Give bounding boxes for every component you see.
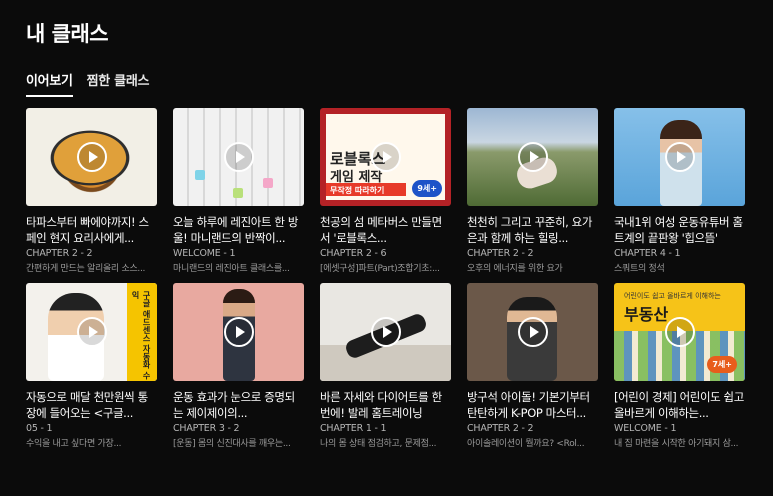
play-icon[interactable] — [76, 317, 107, 347]
class-thumbnail[interactable] — [26, 108, 157, 206]
chapter-label: WELCOME - 1 — [614, 423, 677, 434]
poster-banner-text: 무작정 따라하기 — [330, 186, 385, 195]
play-icon[interactable] — [76, 142, 107, 172]
class-thumbnail[interactable] — [614, 108, 745, 206]
class-card[interactable]: 운동 효과가 눈으로 증명되는 제이제이의... CHAPTER 3 - 2 [… — [173, 283, 304, 450]
class-title[interactable]: 오늘 하루에 레진아트 한 방울! 마니랜드의 반짝이... — [173, 214, 304, 246]
poster-side-banner: 구글 애드센스 자동화 수익 — [127, 283, 157, 381]
chapter-label: CHAPTER 2 - 2 — [26, 248, 93, 259]
poster-title: 부동산 — [624, 305, 669, 324]
class-thumbnail[interactable]: 로블록스 게임 제작 무작정 따라하기 9세+ — [320, 108, 451, 206]
class-card[interactable]: 어린이도 쉽고 올바르게 이해하는 부동산 7세+ [어린이 경제] 어린이도 … — [614, 283, 745, 450]
chapter-label: CHAPTER 2 - 2 — [467, 423, 534, 434]
age-badge: 9세+ — [412, 180, 442, 197]
class-thumbnail[interactable] — [467, 108, 598, 206]
class-title[interactable]: 국내1위 여성 운동유튜버 홈트계의 끝판왕 '힙으뜸' — [614, 214, 745, 246]
class-card[interactable]: 방구석 아이돌! 기본기부터 탄탄하게 K-POP 마스터... CHAPTER… — [467, 283, 598, 450]
lesson-description: [운동] 몸의 신진대사를 깨우는... — [173, 439, 291, 449]
class-title[interactable]: [어린이 경제] 어린이도 쉽고 올바르게 이해하는... — [614, 389, 745, 421]
chapter-label: CHAPTER 4 - 1 — [614, 248, 681, 259]
resin-gem-image — [263, 178, 273, 188]
lesson-description: 내 집 마련을 시작한 아기돼지 삼... — [614, 439, 739, 449]
lesson-description: 아이솔레이션이 뭘까요? <Rol... — [467, 439, 585, 449]
class-thumbnail[interactable]: 구글 애드센스 자동화 수익 — [26, 283, 157, 381]
tab-wishlist[interactable]: 찜한 클래스 — [87, 70, 150, 97]
play-icon[interactable] — [517, 317, 548, 347]
resin-gem-image — [233, 188, 243, 198]
chapter-label: CHAPTER 2 - 6 — [320, 248, 387, 259]
chapter-label: CHAPTER 1 - 1 — [320, 423, 387, 434]
chapter-label: 05 - 1 — [26, 423, 53, 434]
play-icon[interactable] — [223, 142, 254, 172]
class-card[interactable]: 타파스부터 빠에야까지! 스페인 현지 요리사에게... CHAPTER 2 -… — [26, 108, 157, 275]
play-icon[interactable] — [664, 142, 695, 172]
play-icon[interactable] — [517, 142, 548, 172]
class-card[interactable]: 천천히 그리고 꾸준히, 요가은과 함께 하는 힐링... CHAPTER 2 … — [467, 108, 598, 275]
lesson-description: 스쿼트의 정석 — [614, 264, 665, 274]
play-icon[interactable] — [370, 317, 401, 347]
poster-banner: 무작정 따라하기 — [326, 183, 406, 196]
class-card[interactable]: 로블록스 게임 제작 무작정 따라하기 9세+ 천공의 섬 메타버스 만들면서 … — [320, 108, 451, 275]
class-title[interactable]: 바른 자세와 다이어트를 한번에! 발레 홈트레이닝 — [320, 389, 451, 421]
lesson-description: 간편하게 만드는 알리올리 소스... — [26, 264, 146, 274]
class-card[interactable]: 구글 애드센스 자동화 수익 자동으로 매달 천만원씩 통장에 들어오는 <구글… — [26, 283, 157, 450]
lesson-description: 수익을 내고 싶다면 가장... — [26, 439, 122, 449]
lesson-description: 마니랜드의 레진아트 클래스를... — [173, 264, 290, 274]
resin-gem-image — [195, 170, 205, 180]
play-icon[interactable] — [223, 317, 254, 347]
class-card[interactable]: 오늘 하루에 레진아트 한 방울! 마니랜드의 반짝이... WELCOME -… — [173, 108, 304, 275]
class-card[interactable]: 바른 자세와 다이어트를 한번에! 발레 홈트레이닝 CHAPTER 1 - 1… — [320, 283, 451, 450]
class-title[interactable]: 타파스부터 빠에야까지! 스페인 현지 요리사에게... — [26, 214, 157, 246]
play-icon[interactable] — [664, 317, 695, 347]
studio-floor — [320, 345, 451, 381]
age-badge: 7세+ — [707, 356, 737, 373]
lesson-description: 오후의 에너지를 위한 요가 — [467, 264, 563, 274]
chapter-label: CHAPTER 3 - 2 — [173, 423, 240, 434]
lesson-description: [에셋구성]파트(Part)조합기초:... — [320, 264, 440, 274]
class-thumbnail[interactable] — [467, 283, 598, 381]
class-tabs: 이어보기 찜한 클래스 — [26, 70, 149, 97]
poster-side-text: 구글 애드센스 자동화 수익 — [131, 291, 151, 380]
class-grid: 타파스부터 빠에야까지! 스페인 현지 요리사에게... CHAPTER 2 -… — [26, 108, 745, 450]
chapter-label: WELCOME - 1 — [173, 248, 236, 259]
class-thumbnail[interactable] — [320, 283, 451, 381]
class-title[interactable]: 천공의 섬 메타버스 만들면서 '로블록스... — [320, 214, 451, 246]
lesson-description: 나의 몸 상태 점검하고, 문제점... — [320, 439, 437, 449]
my-classes-page: 내 클래스 이어보기 찜한 클래스 타파스부터 빠에야까지! 스페인 현지 요리… — [0, 0, 773, 496]
class-thumbnail[interactable] — [173, 283, 304, 381]
class-title[interactable]: 방구석 아이돌! 기본기부터 탄탄하게 K-POP 마스터... — [467, 389, 598, 421]
class-title[interactable]: 자동으로 매달 천만원씩 통장에 들어오는 <구글... — [26, 389, 157, 421]
class-title[interactable]: 천천히 그리고 꾸준히, 요가은과 함께 하는 힐링... — [467, 214, 598, 246]
poster-subtitle: 어린이도 쉽고 올바르게 이해하는 — [624, 292, 721, 300]
class-thumbnail[interactable] — [173, 108, 304, 206]
class-card[interactable]: 국내1위 여성 운동유튜버 홈트계의 끝판왕 '힙으뜸' CHAPTER 4 -… — [614, 108, 745, 275]
page-title: 내 클래스 — [26, 22, 109, 46]
class-thumbnail[interactable]: 어린이도 쉽고 올바르게 이해하는 부동산 7세+ — [614, 283, 745, 381]
play-icon[interactable] — [370, 142, 401, 172]
chapter-label: CHAPTER 2 - 2 — [467, 248, 534, 259]
tab-continue-watching[interactable]: 이어보기 — [26, 70, 73, 97]
class-title[interactable]: 운동 효과가 눈으로 증명되는 제이제이의... — [173, 389, 304, 421]
